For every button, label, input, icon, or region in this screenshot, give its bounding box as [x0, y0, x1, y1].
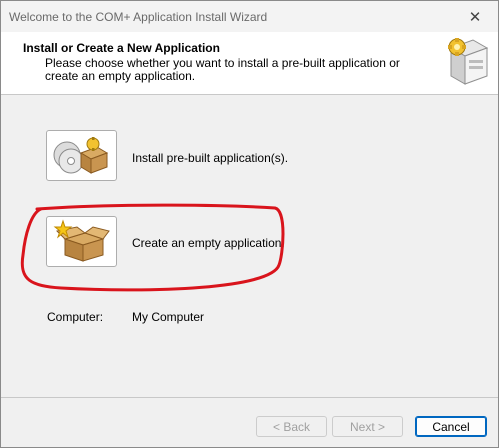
wizard-window: Welcome to the COM+ Application Install …: [0, 0, 499, 448]
window-title: Welcome to the COM+ Application Install …: [9, 10, 268, 24]
wizard-content: Install pre-built application(s). Create…: [1, 95, 498, 395]
wizard-header: Install or Create a New Application Plea…: [1, 32, 498, 95]
close-button[interactable]: ✕: [452, 1, 498, 32]
header-title: Install or Create a New Application: [23, 41, 220, 55]
close-icon: ✕: [468, 8, 482, 26]
back-button[interactable]: < Back: [256, 416, 327, 437]
title-bar: Welcome to the COM+ Application Install …: [1, 1, 498, 32]
computer-value: My Computer: [132, 310, 205, 324]
footer-divider: [1, 397, 498, 398]
red-annotation-circle: [20, 203, 285, 292]
header-description: Please choose whether you want to instal…: [45, 56, 400, 83]
computer-label: Computer:: [47, 310, 104, 324]
com-application-icon: [448, 38, 489, 85]
cancel-button[interactable]: Cancel: [415, 416, 487, 437]
next-button[interactable]: Next >: [332, 416, 403, 437]
